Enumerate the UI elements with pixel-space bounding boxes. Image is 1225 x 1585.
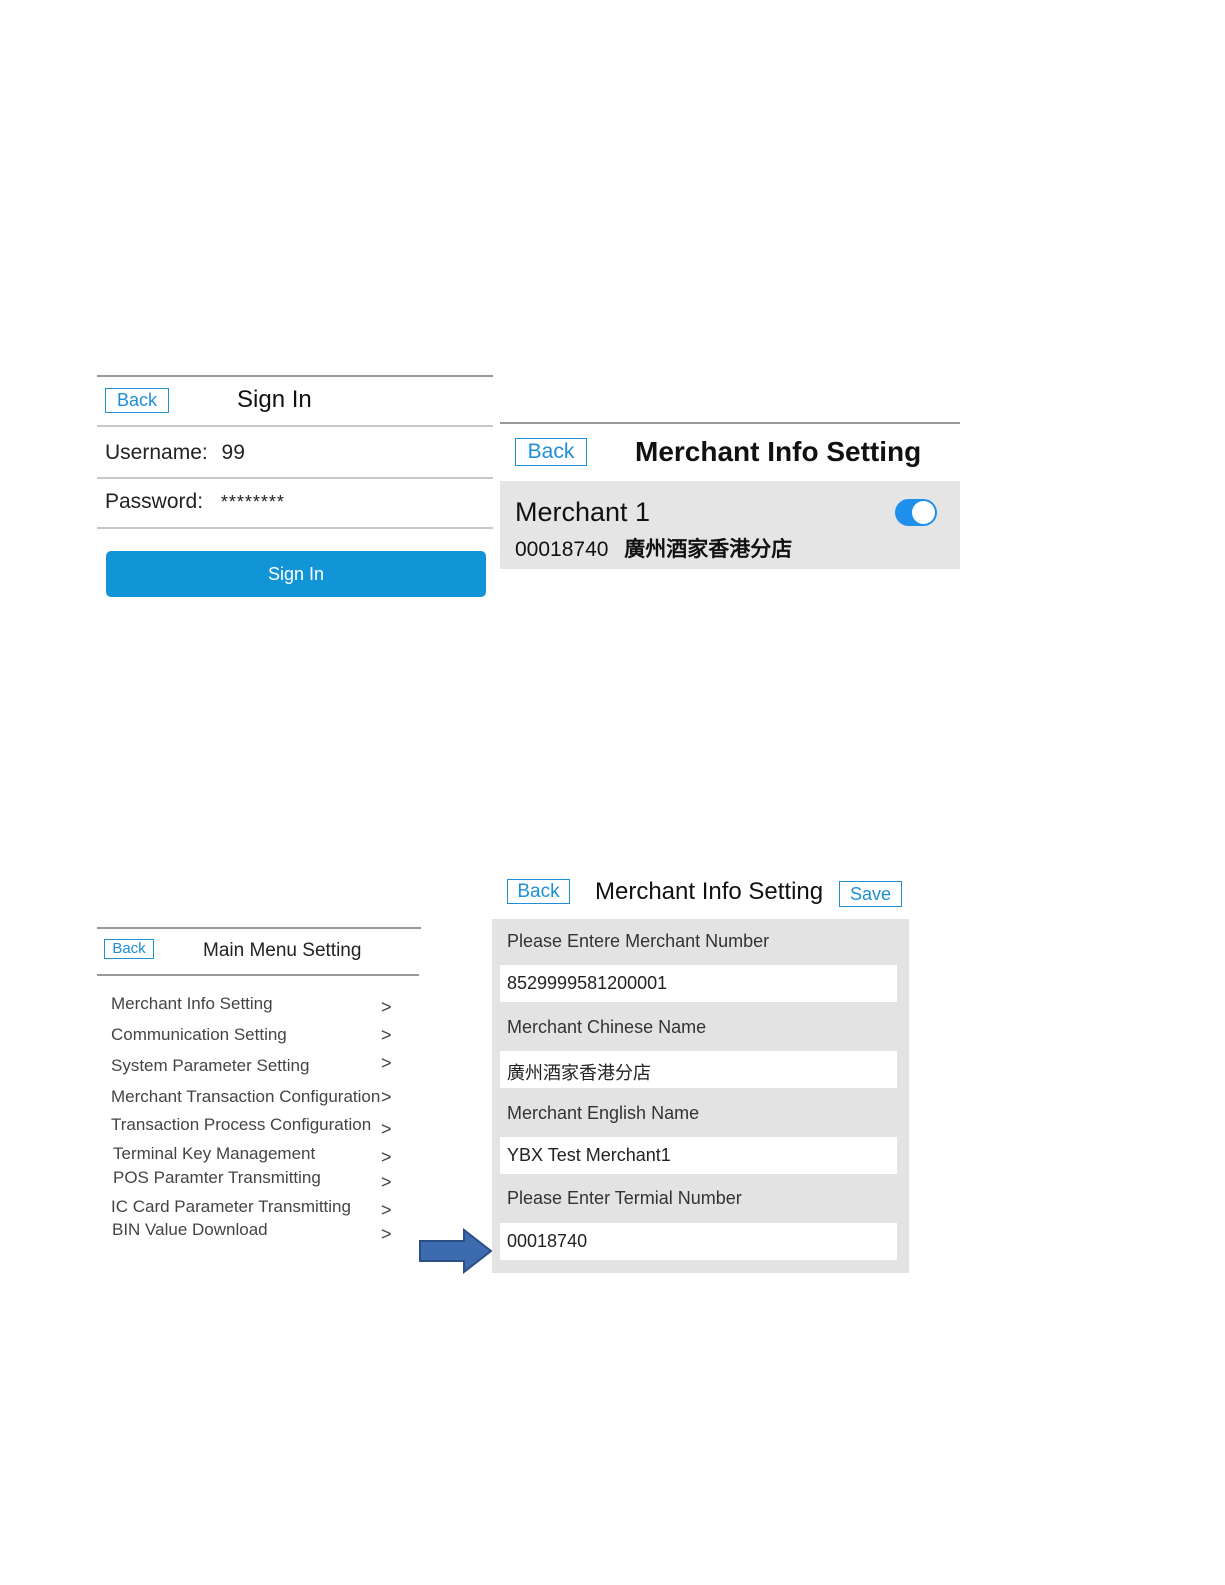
terminal-number-value: 00018740 [507, 1231, 588, 1251]
menu-item-system-parameter[interactable]: System Parameter Setting [111, 1056, 309, 1076]
chevron-right-icon: > [381, 1087, 392, 1107]
merchant-subtitle: 00018740 廣州酒家香港分店 [515, 533, 792, 563]
merchant-number-input[interactable]: 8529999581200001 [500, 965, 897, 1002]
merchant-number-label: Please Entere Merchant Number [507, 931, 770, 951]
password-input[interactable]: ******** [221, 492, 285, 512]
chevron-right-icon: > [381, 1025, 392, 1045]
divider [97, 927, 421, 929]
username-row[interactable]: Username: 99 [105, 441, 245, 465]
divider [500, 422, 960, 424]
chevron-right-icon: > [381, 1119, 392, 1139]
username-input[interactable]: 99 [222, 441, 245, 464]
arrow-right-icon [419, 1228, 493, 1274]
merchant-chinese-name: 廣州酒家香港分店 [624, 538, 793, 561]
merchant-list-item[interactable]: Merchant 1 00018740 廣州酒家香港分店 [500, 481, 960, 569]
menu-item-bin-value[interactable]: BIN Value Download [112, 1220, 268, 1240]
divider [97, 425, 493, 427]
divider [97, 974, 419, 976]
save-button[interactable]: Save [839, 881, 902, 907]
chevron-right-icon: > [381, 1224, 392, 1244]
password-row[interactable]: Password: ******** [105, 490, 285, 514]
chevron-right-icon: > [381, 997, 392, 1017]
merchant-info-title: Merchant Info Setting [635, 436, 922, 467]
merchant-number-value: 8529999581200001 [507, 973, 668, 993]
merchant-name: Merchant 1 [515, 497, 651, 527]
menu-item-transaction-process[interactable]: Transaction Process Configuration [111, 1115, 371, 1135]
sign-in-submit-button[interactable]: Sign In [106, 551, 486, 597]
merchant-english-name-label: Merchant English Name [507, 1103, 700, 1123]
username-label: Username: [105, 441, 208, 464]
sign-in-title: Sign In [237, 386, 312, 413]
merchant-english-name-value: YBX Test Merchant1 [507, 1145, 671, 1165]
terminal-number-input[interactable]: 00018740 [500, 1223, 897, 1260]
divider [97, 477, 493, 479]
divider [97, 527, 493, 529]
chevron-right-icon: > [381, 1200, 392, 1220]
password-label: Password: [105, 490, 204, 513]
merchant-chinese-name-value: 廣州酒家香港分店 [507, 1063, 651, 1083]
chevron-right-icon: > [381, 1147, 392, 1167]
menu-item-merchant-transaction[interactable]: Merchant Transaction Configuration [111, 1087, 380, 1107]
toggle-knob [912, 501, 935, 524]
merchant-chinese-name-label: Merchant Chinese Name [507, 1017, 707, 1037]
merchant-toggle[interactable] [895, 499, 937, 526]
chevron-right-icon: > [381, 1053, 392, 1073]
merchant-chinese-name-input[interactable]: 廣州酒家香港分店 [500, 1051, 897, 1088]
menu-item-ic-card-parameter[interactable]: IC Card Parameter Transmitting [111, 1197, 351, 1217]
main-menu-title: Main Menu Setting [203, 940, 362, 961]
sign-in-back-button[interactable]: Back [105, 388, 169, 413]
menu-item-terminal-key[interactable]: Terminal Key Management [113, 1144, 315, 1164]
terminal-number-label: Please Enter Termial Number [507, 1188, 742, 1208]
chevron-right-icon: > [381, 1172, 392, 1192]
merchant-edit-back-button[interactable]: Back [507, 879, 570, 904]
merchant-terminal-number: 00018740 [515, 538, 609, 561]
merchant-info-back-button[interactable]: Back [515, 438, 587, 466]
menu-item-pos-parameter[interactable]: POS Paramter Transmitting [113, 1168, 321, 1188]
main-menu-back-button[interactable]: Back [104, 939, 154, 959]
menu-item-communication[interactable]: Communication Setting [111, 1025, 287, 1045]
menu-item-merchant-info[interactable]: Merchant Info Setting [111, 994, 273, 1014]
merchant-english-name-input[interactable]: YBX Test Merchant1 [500, 1137, 897, 1174]
merchant-edit-title: Merchant Info Setting [595, 878, 824, 905]
divider [97, 375, 493, 377]
